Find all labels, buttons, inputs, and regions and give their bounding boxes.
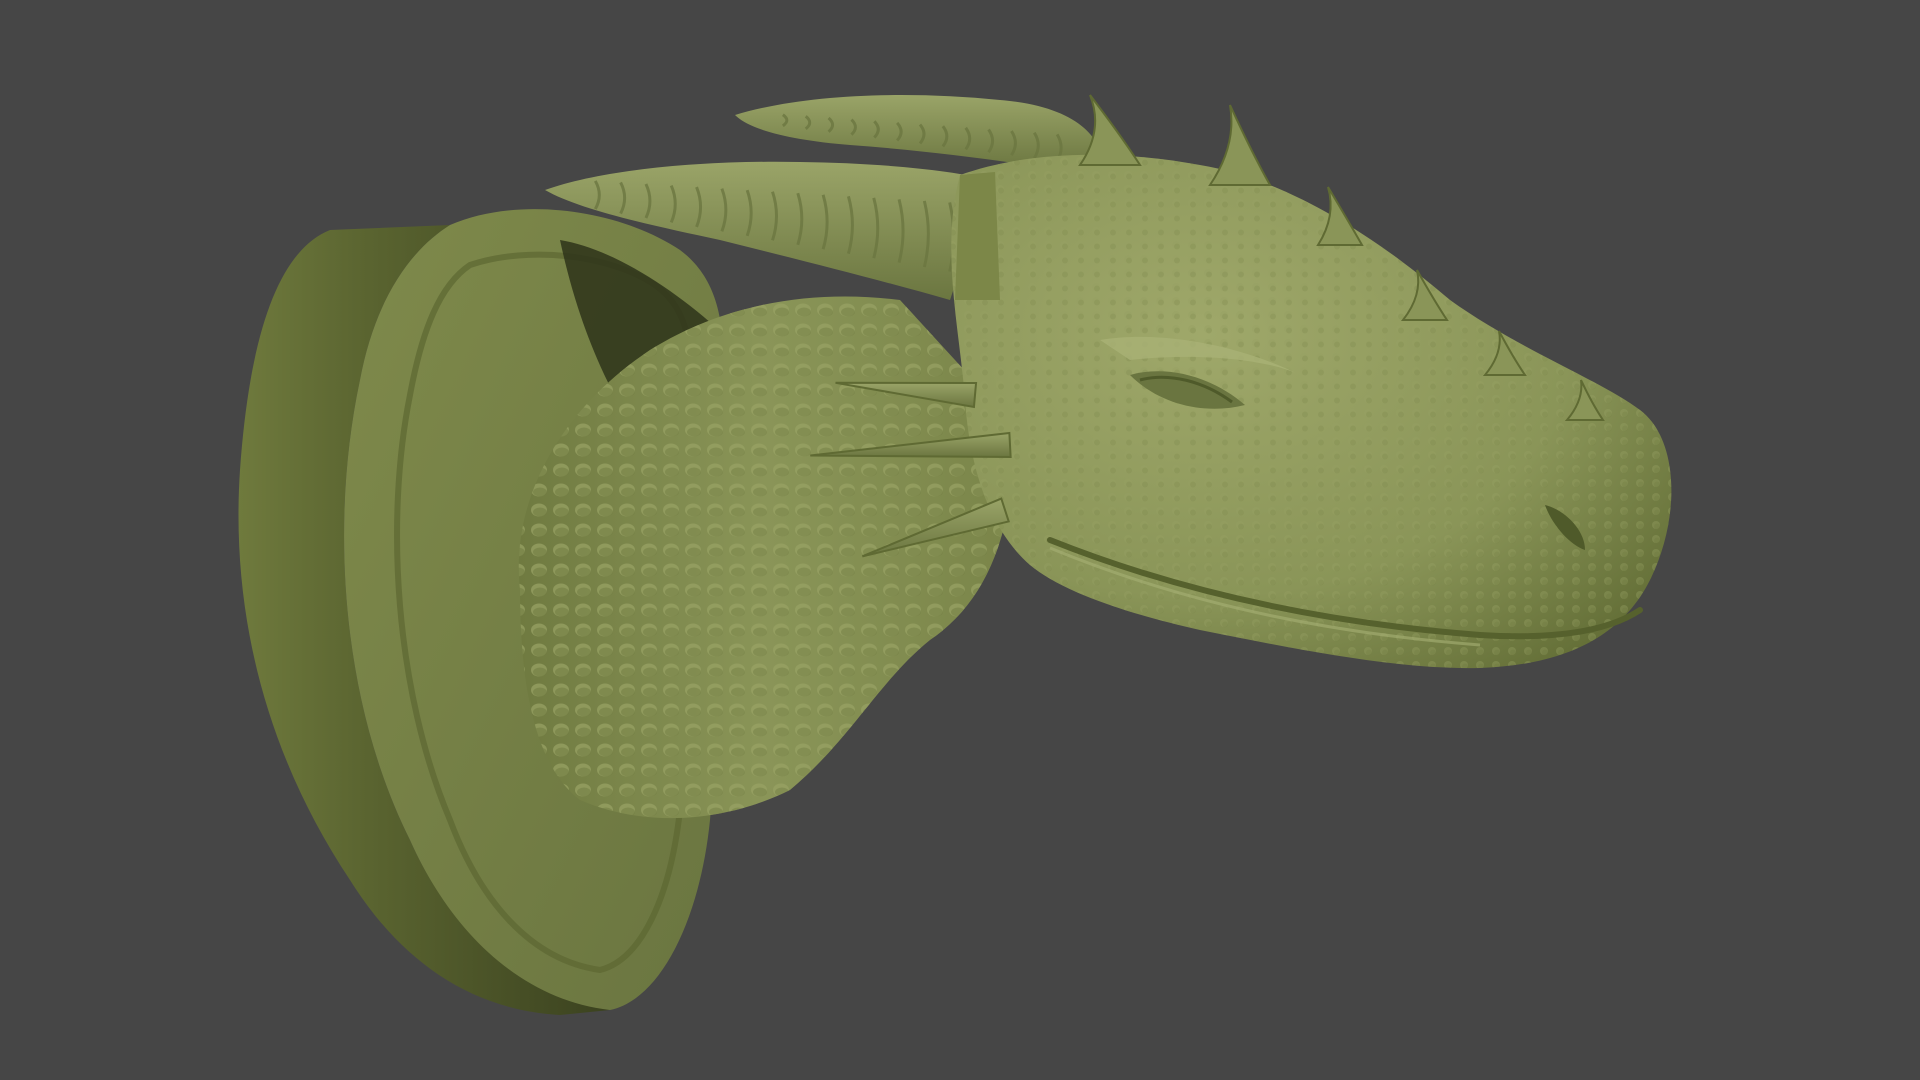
horn-collar (955, 172, 1000, 300)
dorsal-spike (1208, 104, 1272, 186)
3d-viewport[interactable] (0, 0, 1920, 1080)
dorsal-spike (1078, 94, 1142, 166)
dragon-head-render (238, 94, 1672, 1015)
